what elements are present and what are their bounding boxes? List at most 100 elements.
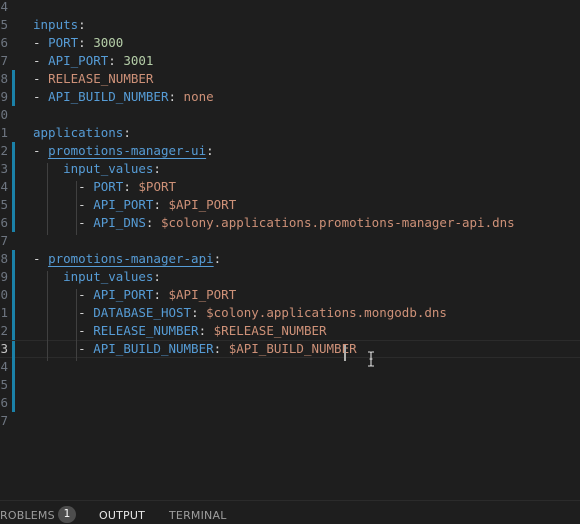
code-token: - [33,53,49,68]
git-modified-indicator[interactable] [12,214,15,232]
line-code: - promotions-manager-api: [33,250,221,268]
tab-problems[interactable]: ROBLEMS [0,509,55,522]
panel-tab-bar: ROBLEMS 1 OUTPUT TERMINAL [0,500,580,524]
code-line[interactable]: 0 - API_PORT: $API_PORT [0,286,580,304]
git-modified-indicator[interactable] [12,376,15,394]
code-token: - [33,35,49,50]
git-modified-indicator[interactable] [12,178,15,196]
code-token: - [33,197,94,212]
code-token: : [168,89,184,104]
indent-guide [47,271,48,361]
code-token: 3000 [93,35,124,50]
code-token: : [206,143,214,158]
code-line[interactable]: 1 - DATABASE_HOST: $colony.applications.… [0,304,580,322]
code-line[interactable]: 1 applications: [0,124,580,142]
code-line[interactable]: 5 inputs: [0,16,580,34]
code-line[interactable]: 8 - promotions-manager-api: [0,250,580,268]
line-code: - API_BUILD_NUMBER: $API_BUILD_NUMBER [33,341,357,357]
line-number: 6 [0,35,8,50]
code-line[interactable]: 9 - API_BUILD_NUMBER: none [0,88,580,106]
git-modified-indicator[interactable] [12,322,15,340]
code-token: $colony.applications.promotions-manager-… [160,215,515,230]
code-line[interactable]: 6 [0,394,580,412]
code-line[interactable]: 4 [0,0,580,16]
line-number: 8 [0,71,8,86]
line-code: - DATABASE_HOST: $colony.applications.mo… [33,304,447,322]
line-number: 5 [0,377,8,392]
code-line[interactable]: 9 input_values: [0,268,580,286]
line-code: - API_PORT: $API_PORT [33,196,236,214]
code-token: : [78,35,94,50]
line-number: 2 [0,143,8,158]
line-number: 4 [0,0,8,14]
code-token: - [33,251,49,266]
code-token: - [33,341,94,356]
git-modified-indicator[interactable] [12,160,15,178]
ibeam-cursor-icon [368,351,374,367]
line-number: 9 [0,269,8,284]
code-token: API_BUILD_NUMBER [93,341,214,356]
code-token: PORT [48,35,79,50]
code-token: - [33,215,94,230]
code-line[interactable]: 4 [0,358,580,376]
line-number: 8 [0,251,8,266]
code-token: API_PORT [93,287,154,302]
line-number: 7 [0,413,8,428]
git-modified-indicator[interactable] [12,268,15,286]
line-code: - API_PORT: $API_PORT [33,286,236,304]
code-line[interactable]: 5 - API_PORT: $API_PORT [0,196,580,214]
code-token: API_BUILD_NUMBER [48,89,169,104]
code-line[interactable]: 7 - API_PORT: 3001 [0,52,580,70]
line-number: 7 [0,233,8,248]
code-token: : [108,53,124,68]
code-token: DATABASE_HOST [93,305,192,320]
code-token: - [33,71,49,86]
line-code: applications: [33,124,131,142]
code-token: - [33,287,94,302]
code-line[interactable]: 2 - promotions-manager-ui: [0,142,580,160]
git-modified-indicator[interactable] [12,394,15,412]
line-number: 1 [0,125,8,140]
code-line[interactable]: 8 - RELEASE_NUMBER [0,70,580,88]
code-token: PORT [93,179,124,194]
git-modified-indicator[interactable] [12,250,15,268]
code-token: $PORT [138,179,177,194]
code-token: : [123,125,131,140]
code-token: promotions-manager-ui [48,143,207,158]
code-line[interactable]: 3 input_values: [0,160,580,178]
line-number: 4 [0,179,8,194]
code-token: promotions-manager-api [48,251,214,266]
code-line[interactable]: 7 [0,412,580,430]
line-code: inputs: [33,16,86,34]
tab-terminal[interactable]: TERMINAL [169,509,227,522]
git-modified-indicator[interactable] [12,304,15,322]
code-line[interactable]: 6 - API_DNS: $colony.applications.promot… [0,214,580,232]
git-modified-indicator[interactable] [12,196,15,214]
code-token: - [33,143,49,158]
code-line[interactable]: 5 [0,376,580,394]
code-line[interactable]: 2 - RELEASE_NUMBER: $RELEASE_NUMBER [0,322,580,340]
git-modified-indicator[interactable] [12,358,15,376]
git-modified-indicator[interactable] [12,142,15,160]
code-token: $RELEASE_NUMBER [213,323,327,338]
git-modified-indicator[interactable] [12,70,15,88]
line-number: 5 [0,17,8,32]
line-number: 0 [0,287,8,302]
code-token: : [153,287,169,302]
line-number: 6 [0,215,8,230]
code-line[interactable]: 6 - PORT: 3000 [0,34,580,52]
line-number: 3 [0,161,8,176]
code-line[interactable]: 7 [0,232,580,250]
git-modified-indicator[interactable] [12,286,15,304]
code-token: RELEASE_NUMBER [93,323,199,338]
tab-output[interactable]: OUTPUT [99,509,145,522]
git-modified-indicator[interactable] [12,88,15,106]
code-line[interactable]: 0 [0,106,580,124]
line-number: 3 [0,341,8,356]
line-number: 0 [0,107,8,122]
code-line[interactable]: 4 - PORT: $PORT [0,178,580,196]
code-editor[interactable]: 4 5 inputs: 6- PORT: 3000 7- API_PORT: 3001 8… [0,0,580,500]
git-modified-indicator[interactable] [12,341,15,359]
code-line[interactable]: 3 - API_BUILD_NUMBER: $API_BUILD_NUMBER [0,340,580,359]
